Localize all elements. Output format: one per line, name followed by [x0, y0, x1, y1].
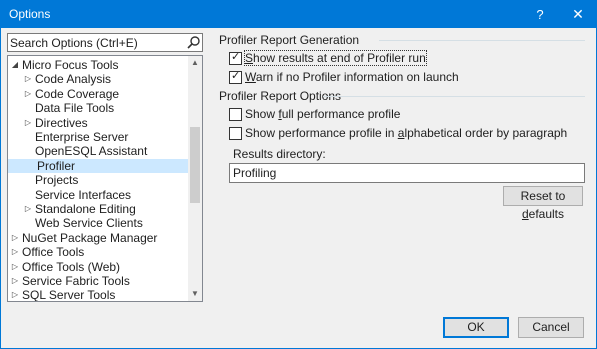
checkbox-box[interactable]: ✓: [229, 51, 242, 65]
tree-item[interactable]: Projects: [8, 173, 188, 187]
close-button[interactable]: ✕: [567, 1, 589, 28]
tree-item-label: Micro Focus Tools: [22, 58, 119, 72]
checkbox-label: Show full performance profile: [245, 107, 401, 121]
no-arrow: [23, 188, 33, 202]
expand-arrow-icon[interactable]: ▷: [23, 72, 33, 86]
tree-item[interactable]: ◢ Micro Focus Tools: [8, 58, 188, 72]
checkbox-box[interactable]: [229, 127, 242, 140]
section-report-generation: Profiler Report Generation: [219, 33, 585, 47]
reset-to-defaults-button[interactable]: Reset to defaults: [503, 186, 583, 221]
checkbox-label: Show performance profile in alphabetical…: [245, 126, 568, 140]
expand-arrow-icon[interactable]: ▷: [10, 274, 20, 288]
tree-item-label: Data File Tools: [35, 101, 115, 116]
check-icon: ✓: [231, 70, 241, 82]
section-divider: [323, 96, 585, 97]
tree-item-label: OpenESQL Assistant: [35, 144, 148, 159]
checkbox-label: Warn if no Profiler information on launc…: [245, 70, 459, 84]
ok-button[interactable]: OK: [443, 317, 509, 338]
section-heading: Profiler Report Generation: [219, 33, 360, 47]
tree-item[interactable]: ▷ Office Tools: [8, 245, 188, 259]
options-tree: ▷ SQL Server Tools ▷ Service Fabric Tools ▷ O…: [7, 55, 203, 302]
expand-arrow-icon[interactable]: ▷: [23, 87, 33, 101]
expand-arrow-icon[interactable]: ▷: [23, 202, 33, 216]
search-box: [7, 33, 203, 52]
results-directory-input[interactable]: [233, 164, 579, 182]
search-input[interactable]: [10, 34, 184, 51]
tree-item[interactable]: OpenESQL Assistant: [8, 144, 188, 158]
tree-item[interactable]: ▷ NuGet Package Manager: [8, 231, 188, 245]
tree-item[interactable]: Enterprise Server: [8, 130, 188, 144]
scroll-down-icon[interactable]: ▼: [188, 287, 202, 301]
tree-item-label: Service Fabric Tools: [22, 274, 130, 288]
title-bar: Options ? ✕: [1, 1, 596, 28]
tree-item-label: Service Interfaces: [35, 187, 132, 202]
expand-arrow-icon[interactable]: ▷: [23, 116, 33, 130]
tree-item-label: Code Coverage: [35, 86, 120, 101]
no-arrow: [23, 144, 33, 158]
tree-item-label: SQL Server Tools: [22, 288, 116, 302]
expand-arrow-icon[interactable]: ▷: [10, 231, 20, 245]
tree-item-label: Projects: [35, 173, 79, 188]
tree-item[interactable]: Service Interfaces: [8, 188, 188, 202]
tree-item[interactable]: Profiler: [8, 158, 188, 173]
tree-item[interactable]: Data File Tools: [8, 101, 188, 115]
no-arrow: [23, 173, 33, 187]
collapse-arrow-icon[interactable]: ◢: [10, 58, 20, 72]
tree-item[interactable]: ▷ SQL Server Tools: [8, 288, 188, 302]
scroll-up-icon[interactable]: ▲: [188, 56, 202, 70]
no-arrow: [23, 101, 33, 115]
tree-item[interactable]: ▷ Standalone Editing: [8, 202, 188, 216]
tree-item[interactable]: ▷ Service Fabric Tools: [8, 274, 188, 288]
tree-item-label: NuGet Package Manager: [22, 230, 158, 245]
no-arrow: [23, 216, 33, 230]
expand-arrow-icon[interactable]: ▷: [10, 260, 20, 274]
tree-item-label: Code Analysis: [35, 72, 112, 87]
results-directory-field: [229, 163, 585, 183]
window-title: Options: [9, 7, 51, 21]
check-icon: ✓: [231, 51, 241, 63]
cancel-button[interactable]: Cancel: [518, 317, 584, 338]
checkbox-box[interactable]: ✓: [229, 70, 242, 84]
no-arrow: [23, 159, 33, 173]
tree-item-label: Directives: [35, 115, 88, 130]
tree-item[interactable]: ▷ Directives: [8, 116, 188, 130]
tree-item[interactable]: ▷ Code Analysis: [8, 72, 188, 86]
tree-item-label: Profiler: [37, 158, 76, 173]
checkbox-label: Show results at end of Profiler run: [244, 50, 427, 66]
section-report-options: Profiler Report Options: [219, 89, 585, 103]
tree-scrollbar[interactable]: ▲ ▼: [188, 56, 202, 301]
expand-arrow-icon[interactable]: ▷: [10, 245, 20, 259]
search-icon[interactable]: [186, 34, 202, 51]
tree-item-label: Office Tools: [22, 245, 85, 260]
tree-item-label: Standalone Editing: [35, 202, 136, 216]
expand-arrow-icon[interactable]: ▷: [10, 288, 20, 301]
section-divider: [379, 40, 585, 41]
tree-item-label: Web Service Clients: [35, 216, 143, 231]
help-button[interactable]: ?: [529, 1, 551, 28]
scroll-thumb[interactable]: [190, 127, 200, 203]
tree-item[interactable]: ▷ Code Coverage: [8, 87, 188, 101]
tree-item[interactable]: ▷ Office Tools (Web): [8, 260, 188, 274]
options-dialog: Options ? ✕ ▷SQL Server Tools▷Service Fa…: [0, 0, 597, 349]
tree-item-label: Enterprise Server: [35, 130, 129, 144]
checkbox-box[interactable]: [229, 108, 242, 121]
tree-item-label: Office Tools (Web): [22, 259, 121, 274]
results-directory-label: Results directory:: [233, 147, 326, 161]
no-arrow: [23, 130, 33, 144]
tree-item[interactable]: Web Service Clients: [8, 216, 188, 230]
